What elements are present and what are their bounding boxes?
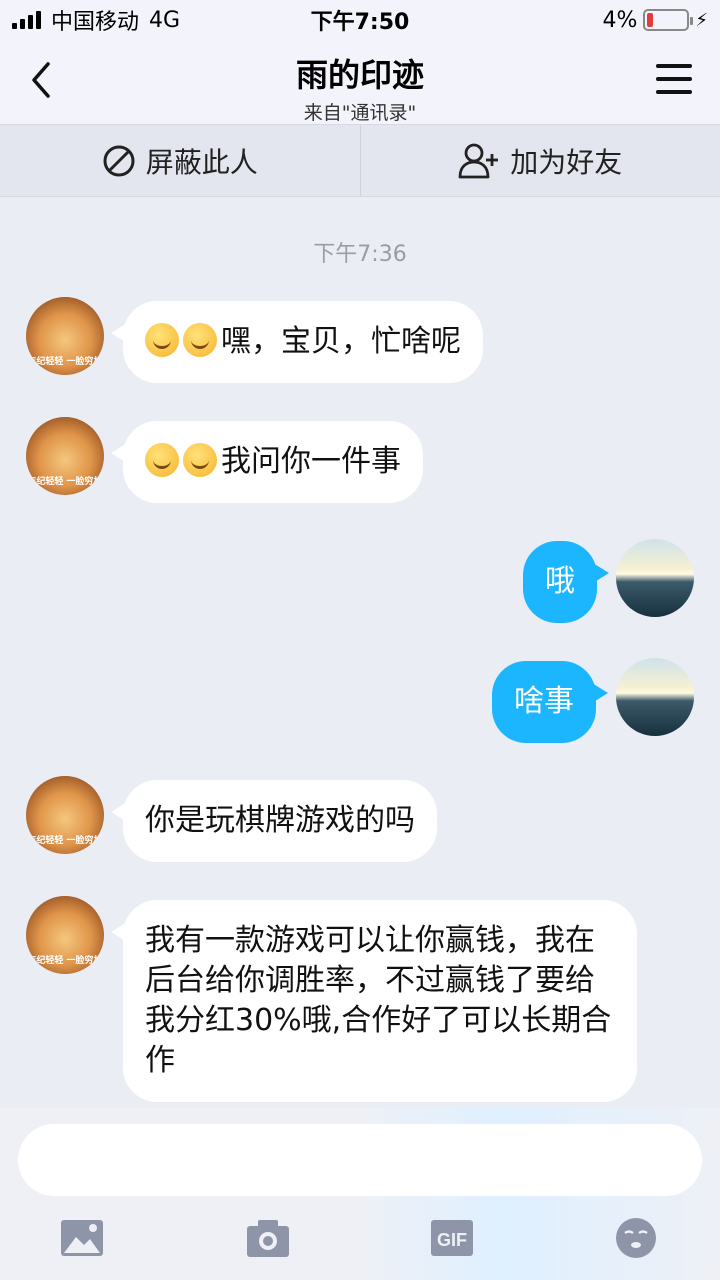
block-icon: [103, 145, 135, 176]
block-label: 屏蔽此人: [145, 145, 258, 179]
status-bar: 中国移动 4G 下午7:50 4% ⚡: [0, 0, 720, 40]
message-bubble[interactable]: 我问你一件事: [111, 421, 423, 503]
battery-icon: [643, 9, 694, 31]
gif-button[interactable]: GIF: [430, 1216, 474, 1260]
smirk-emoji-icon: [183, 443, 217, 477]
emoji-icon: [616, 1218, 656, 1258]
image-icon: [61, 1220, 103, 1256]
title-block: 雨的印迹 来自"通讯录": [0, 50, 720, 125]
my-avatar[interactable]: [616, 539, 694, 617]
my-message-bubble[interactable]: 啥事: [492, 661, 608, 743]
network-label: 4G: [149, 7, 181, 33]
carrier-label: 中国移动: [51, 10, 140, 35]
add-friend-label: 加为好友: [510, 145, 623, 179]
smirk-emoji-icon: [183, 323, 217, 357]
menu-line: [656, 77, 692, 81]
message-text: 啥事: [514, 684, 574, 719]
camera-button[interactable]: [246, 1216, 290, 1260]
message-text: 你是玩棋牌游戏的吗: [145, 803, 415, 838]
avatar-caption: 年纪轻轻 一脸穷相: [27, 477, 103, 487]
camera-icon: [247, 1220, 289, 1257]
menu-line: [656, 64, 692, 68]
action-bar: 屏蔽此人 加为好友: [0, 124, 720, 197]
my-message-bubble[interactable]: 哦: [523, 541, 609, 623]
contact-avatar[interactable]: 年纪轻轻 一脸穷相: [26, 417, 104, 495]
contact-name: 雨的印迹: [295, 56, 424, 94]
contact-source: 来自"通讯录": [303, 102, 417, 124]
charging-bolt-icon: ⚡: [695, 9, 708, 31]
block-button[interactable]: 屏蔽此人: [0, 125, 360, 196]
grin-emoji-icon: [145, 323, 179, 357]
input-area: GIF: [0, 1108, 720, 1280]
chat-timestamp: 下午7:36: [313, 242, 407, 267]
my-avatar[interactable]: [616, 658, 694, 736]
add-friend-button[interactable]: 加为好友: [361, 125, 720, 196]
message-text: 嘿，宝贝，忙啥呢: [221, 324, 461, 359]
message-text: 我问你一件事: [221, 444, 401, 479]
avatar-caption: 年纪轻轻 一脸穷相: [27, 357, 103, 367]
status-left: 中国移动 4G: [12, 4, 180, 36]
contact-avatar[interactable]: 年纪轻轻 一脸穷相: [26, 776, 104, 854]
battery-percent: 4%: [602, 7, 638, 33]
add-user-icon: [458, 143, 499, 178]
gif-icon: GIF: [431, 1220, 473, 1256]
message-text: 哦: [545, 564, 575, 599]
emoji-button[interactable]: [614, 1216, 658, 1260]
image-button[interactable]: [60, 1216, 104, 1260]
signal-icon: [12, 11, 41, 29]
menu-button[interactable]: [656, 64, 692, 94]
status-right: 4% ⚡: [602, 8, 708, 33]
contact-avatar[interactable]: 年纪轻轻 一脸穷相: [26, 896, 104, 974]
message-text: 我有一款游戏可以让你赢钱，我在后台给你调胜率，不过赢钱了要给我分红30%哦,合作…: [145, 923, 612, 1078]
message-bubble[interactable]: 我有一款游戏可以让你赢钱，我在后台给你调胜率，不过赢钱了要给我分红30%哦,合作…: [111, 900, 637, 1102]
message-bubble[interactable]: 你是玩棋牌游戏的吗: [111, 780, 437, 862]
smirk-emoji-icon: [145, 443, 179, 477]
battery-fill: [647, 13, 654, 27]
message-input[interactable]: [18, 1124, 702, 1196]
avatar-caption: 年纪轻轻 一脸穷相: [27, 956, 103, 966]
contact-avatar[interactable]: 年纪轻轻 一脸穷相: [26, 297, 104, 375]
avatar-caption: 年纪轻轻 一脸穷相: [27, 836, 103, 846]
gif-text: GIF: [437, 1230, 467, 1250]
message-bubble[interactable]: 嘿，宝贝，忙啥呢: [111, 301, 483, 383]
menu-line: [656, 90, 692, 94]
chat-header: 雨的印迹 来自"通讯录": [0, 40, 720, 124]
